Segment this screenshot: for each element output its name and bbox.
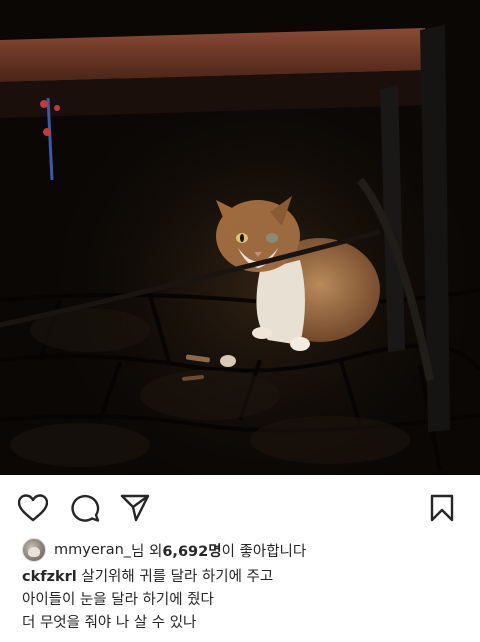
liker-avatar[interactable] xyxy=(22,538,46,562)
caption-username[interactable]: ckfzkrl xyxy=(22,569,77,585)
save-button[interactable] xyxy=(425,491,459,525)
liker-username[interactable]: mmyeran_ xyxy=(54,542,131,558)
post-action-bar xyxy=(0,475,480,537)
comment-icon xyxy=(71,494,100,522)
likes-connector-text: 님 외 xyxy=(131,543,163,560)
share-button[interactable] xyxy=(118,491,152,525)
post-caption: ckfzkrl 살기위해 귀를 달라 하기에 주고 아이들이 눈을 달라 하기에… xyxy=(22,566,462,635)
heart-icon xyxy=(18,494,48,522)
likes-suffix-text: 이 좋아합니다 xyxy=(221,543,307,560)
caption-text-1: 살기위해 귀를 달라 하기에 주고 xyxy=(76,569,274,585)
caption-line-1: ckfzkrl 살기위해 귀를 달라 하기에 주고 xyxy=(22,566,462,589)
caption-line-3: 더 무엇을 줘야 나 살 수 있나 xyxy=(22,615,197,631)
caption-line-2: 아이들이 눈을 달라 하기에 줬다 xyxy=(22,592,214,608)
post-photo[interactable] xyxy=(0,0,480,475)
comment-button[interactable] xyxy=(68,491,102,525)
likes-count[interactable]: 6,692명 xyxy=(162,540,221,561)
send-icon xyxy=(120,494,150,522)
likes-summary: mmyeran_ 님 외 6,692명 이 좋아합니다 xyxy=(22,538,306,562)
cat-photo-illustration xyxy=(0,0,480,475)
like-button[interactable] xyxy=(16,491,50,525)
bookmark-icon xyxy=(430,494,454,522)
